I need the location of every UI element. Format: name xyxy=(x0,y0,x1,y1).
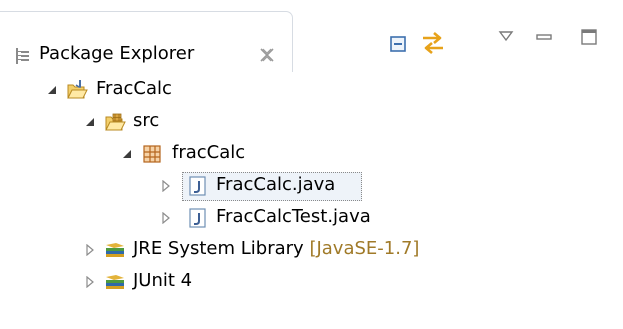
tree-item-package[interactable]: fracCalc xyxy=(0,138,623,170)
minimize-icon[interactable] xyxy=(535,28,553,46)
java-file-icon xyxy=(189,208,206,228)
tree-item-label: FracCalcTest.java xyxy=(216,206,371,227)
view-tab-strip: Package Explorer xyxy=(0,0,623,72)
library-icon xyxy=(106,275,124,289)
collapsed-arrow-icon[interactable] xyxy=(160,212,172,224)
package-explorer-tab[interactable]: Package Explorer xyxy=(0,11,293,72)
expanded-arrow-icon[interactable] xyxy=(121,148,133,160)
package-icon xyxy=(143,145,161,163)
close-icon[interactable] xyxy=(259,47,275,63)
package-explorer-view: Package Explorer FracCalc src fracCalc F… xyxy=(0,0,623,329)
package-explorer-icon xyxy=(16,48,29,64)
maximize-icon[interactable] xyxy=(580,28,598,46)
tree-item-library[interactable]: JRE System Library [JavaSE-1.7] xyxy=(0,234,623,266)
collapsed-arrow-icon[interactable] xyxy=(84,244,96,256)
expanded-arrow-icon[interactable] xyxy=(84,116,96,128)
source-folder-icon xyxy=(105,113,126,131)
tree-item-label: fracCalc xyxy=(172,142,246,163)
view-title: Package Explorer xyxy=(39,43,195,64)
collapse-all-icon[interactable] xyxy=(388,34,408,54)
tree-item-label: JRE System Library [JavaSE-1.7] xyxy=(133,238,419,260)
tree-item-label: src xyxy=(133,110,160,131)
tree-item-file[interactable]: FracCalcTest.java xyxy=(0,202,623,234)
library-icon xyxy=(106,243,124,257)
view-menu-icon[interactable] xyxy=(498,30,514,42)
library-decoration: [JavaSE-1.7] xyxy=(309,238,420,259)
tree-item-label: FracCalc.java xyxy=(216,174,336,195)
link-with-editor-icon[interactable] xyxy=(420,30,446,56)
tree-item-label: FracCalc xyxy=(96,78,172,99)
tree-item-project[interactable]: FracCalc xyxy=(0,74,623,106)
tree-item-file[interactable]: FracCalc.java xyxy=(0,170,623,202)
expanded-arrow-icon[interactable] xyxy=(46,84,58,96)
tree-item-library[interactable]: JUnit 4 xyxy=(0,266,623,298)
tree-item-src[interactable]: src xyxy=(0,106,623,138)
library-name: JRE System Library xyxy=(133,238,304,259)
collapsed-arrow-icon[interactable] xyxy=(160,180,172,192)
java-project-icon xyxy=(67,80,88,99)
java-file-icon xyxy=(189,176,206,196)
collapsed-arrow-icon[interactable] xyxy=(84,276,96,288)
project-tree: FracCalc src fracCalc FracCalc.java Frac… xyxy=(0,72,623,329)
tree-item-label: JUnit 4 xyxy=(133,270,193,291)
